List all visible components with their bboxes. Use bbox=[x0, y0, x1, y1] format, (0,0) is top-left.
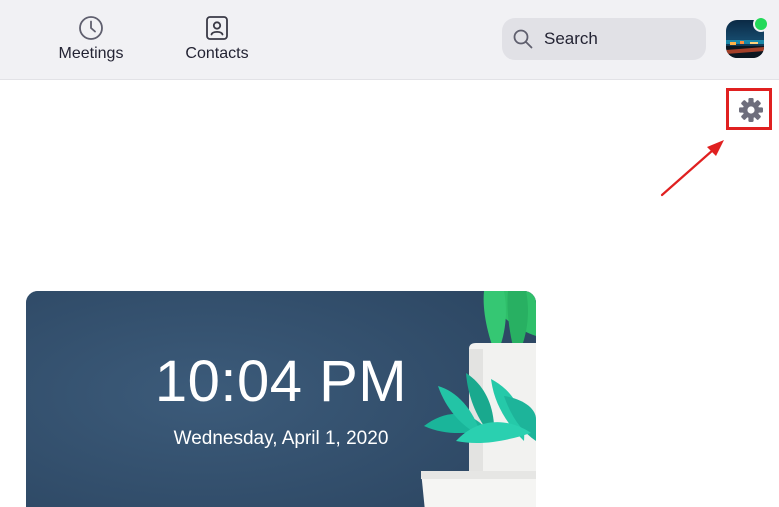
clock-date-text: Wednesday, April 1, 2020 bbox=[173, 428, 389, 449]
clock-time-text: 10:04 PM bbox=[154, 349, 408, 414]
gear-icon bbox=[739, 98, 763, 122]
tab-contacts-label: Contacts bbox=[185, 45, 249, 62]
tab-contacts[interactable]: Contacts bbox=[180, 14, 254, 70]
settings-button[interactable] bbox=[736, 95, 766, 125]
clock-time: 10:04 PM bbox=[26, 353, 536, 411]
search-placeholder: Search bbox=[544, 29, 598, 48]
clock-card: 10:04 PM Wednesday, April 1, 2020 bbox=[26, 291, 536, 507]
search-icon bbox=[513, 29, 533, 49]
online-status-badge bbox=[753, 16, 769, 32]
top-toolbar: Meetings Contacts Search bbox=[0, 0, 779, 80]
search-input[interactable]: Search bbox=[502, 18, 706, 60]
contact-card-icon bbox=[206, 16, 228, 40]
zoom-home-window: Meetings Contacts Search 10:04 PM Wednes… bbox=[0, 0, 779, 507]
annotation-arrow-icon bbox=[660, 140, 724, 197]
tab-meetings-label: Meetings bbox=[58, 45, 124, 62]
clock-icon bbox=[79, 16, 103, 40]
clock-date: Wednesday, April 1, 2020 bbox=[26, 428, 536, 450]
tab-meetings[interactable]: Meetings bbox=[54, 14, 128, 70]
